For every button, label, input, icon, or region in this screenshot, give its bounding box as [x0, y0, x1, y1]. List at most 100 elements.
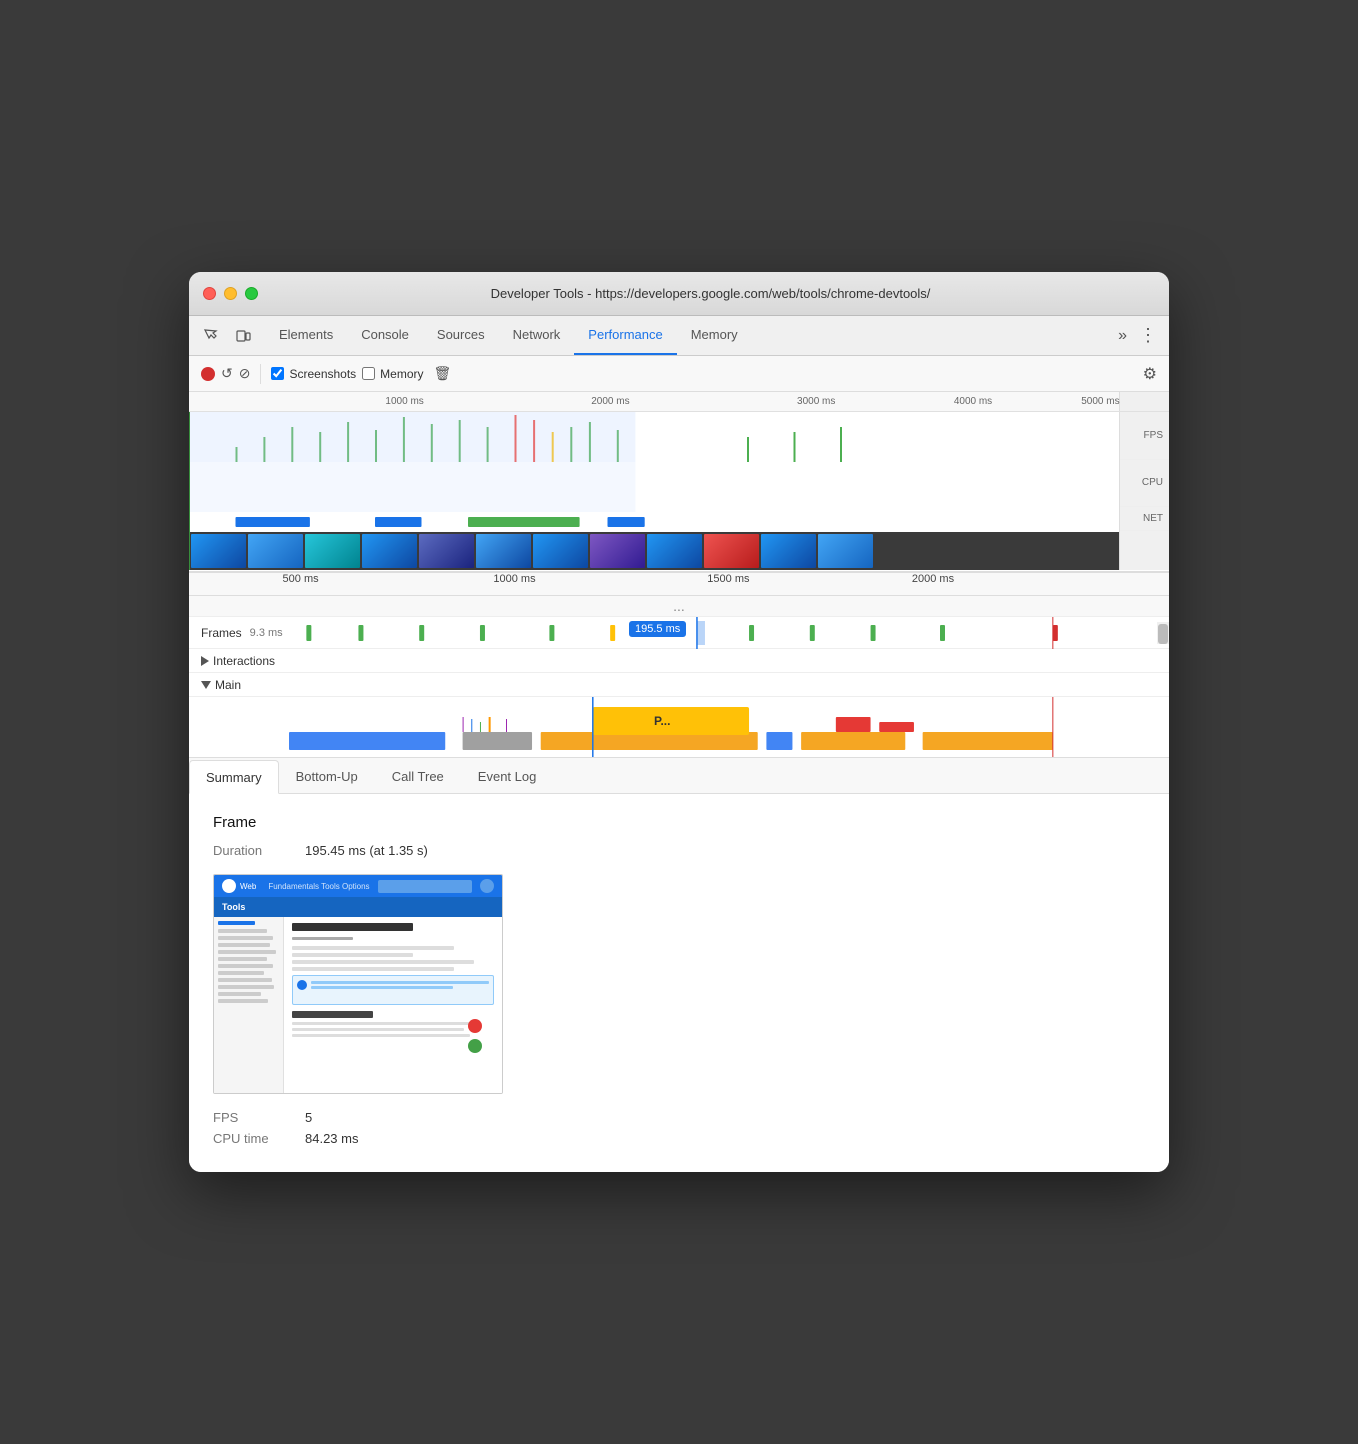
devtools-nav: Elements Console Sources Network Perform…	[189, 316, 1169, 356]
nav-tabs: Elements Console Sources Network Perform…	[265, 316, 1110, 355]
screenshot-thumb	[191, 534, 246, 568]
tab-eventlog[interactable]: Event Log	[461, 759, 554, 793]
tab-console[interactable]: Console	[347, 316, 423, 355]
interactions-content	[289, 649, 1157, 672]
timeline-scrollbar[interactable]	[1157, 622, 1169, 644]
net-chart	[189, 512, 1119, 532]
nav-tools	[197, 322, 257, 350]
ss-text-1	[292, 946, 454, 950]
screenshot-thumb	[818, 534, 873, 568]
cpu-label: CPU	[1120, 460, 1169, 508]
performance-toolbar: ↺ ⊘ Screenshots Memory 🗑 ⚙	[189, 356, 1169, 392]
ss-item-11	[218, 992, 261, 996]
frames-value: 9.3 ms	[250, 627, 283, 639]
separator-dots: ...	[189, 596, 1169, 617]
tab-elements[interactable]: Elements	[265, 316, 347, 355]
interactions-row: Interactions	[189, 649, 1169, 673]
ss-button-red	[468, 1019, 482, 1033]
frames-label: Frames 9.3 ms	[189, 626, 289, 640]
reload-button[interactable]: ↺	[221, 365, 233, 382]
clear-button[interactable]: ⊘	[239, 365, 251, 382]
select-element-button[interactable]	[197, 322, 225, 350]
screenshot-main-content	[284, 917, 502, 1093]
tab-performance[interactable]: Performance	[574, 316, 676, 355]
duration-label: Duration	[213, 843, 293, 858]
device-toolbar-button[interactable]	[229, 322, 257, 350]
ruler-1000ms: 1000 ms	[385, 396, 423, 407]
summary-panel: Frame Duration 195.45 ms (at 1.35 s) Web…	[189, 794, 1169, 1172]
timeline-details: Frames 9.3 ms	[189, 617, 1169, 758]
clear-recording-button[interactable]: 🗑	[434, 365, 452, 382]
frames-row: Frames 9.3 ms	[189, 617, 1169, 649]
net-label: NET	[1120, 507, 1169, 531]
screenshot-body	[214, 917, 502, 1093]
frame-tooltip: 195.5 ms	[629, 621, 686, 637]
screenshots-toggle[interactable]: Screenshots	[271, 367, 356, 381]
ss-item-4	[218, 943, 270, 947]
ss-item-12	[218, 999, 268, 1003]
screenshot-thumb	[704, 534, 759, 568]
screenshots-label-space	[1120, 531, 1169, 570]
ss-item-2	[218, 929, 267, 933]
screenshot-thumb	[761, 534, 816, 568]
ruler-1000ms-bottom: 1000 ms	[493, 573, 535, 585]
ss-item-7	[218, 964, 273, 968]
main-thread-area[interactable]: P...	[189, 697, 1169, 757]
ss-hint-icon	[297, 980, 307, 990]
devtools-menu-button[interactable]: ⋮	[1135, 325, 1161, 346]
screenshot-tools-label: Tools	[222, 902, 245, 912]
screenshot-search-bar	[378, 880, 472, 893]
settings-button[interactable]: ⚙	[1143, 364, 1157, 384]
ss-item-5	[218, 950, 276, 954]
ruler-2000ms-bottom: 2000 ms	[912, 573, 954, 585]
screenshot-sidebar	[214, 917, 284, 1093]
ss-hint-text-2	[311, 986, 453, 989]
ss-text-4	[292, 967, 454, 971]
tab-memory[interactable]: Memory	[677, 316, 752, 355]
duration-row: Duration 195.45 ms (at 1.35 s)	[213, 843, 1145, 858]
tab-sources[interactable]: Sources	[423, 316, 499, 355]
interactions-label[interactable]: Interactions	[189, 654, 289, 668]
tab-network[interactable]: Network	[499, 316, 575, 355]
ss-hint-box	[292, 975, 494, 1005]
screenshot-thumb	[362, 534, 417, 568]
ss-item-3	[218, 936, 273, 940]
screenshot-web-label: Web	[240, 882, 256, 891]
timeline-top-ruler: 1000 ms 2000 ms 3000 ms 4000 ms 5000 ms	[189, 392, 1169, 412]
ruler-500ms: 500 ms	[283, 573, 319, 585]
ss-list-1	[292, 1022, 474, 1025]
screenshot-thumb	[533, 534, 588, 568]
fps-row: FPS 5	[213, 1110, 1145, 1125]
tab-summary[interactable]: Summary	[189, 760, 279, 794]
ruler-1500ms: 1500 ms	[707, 573, 749, 585]
screenshot-logo	[222, 879, 236, 893]
main-label[interactable]: Main	[189, 678, 289, 692]
fps-chart	[189, 412, 1119, 462]
chart-sidebar: FPS CPU NET	[1119, 412, 1169, 570]
maximize-button[interactable]	[245, 287, 258, 300]
screenshot-thumb	[419, 534, 474, 568]
ss-item-8	[218, 971, 264, 975]
interactions-expand-icon[interactable]	[201, 656, 209, 666]
screenshot-content: Web Fundamentals Tools Options Tools	[214, 875, 502, 1093]
frames-content[interactable]: 195.5 ms	[289, 617, 1157, 649]
timeline-overview[interactable]: 1000 ms 2000 ms 3000 ms 4000 ms 5000 ms	[189, 392, 1169, 572]
tab-bottomup[interactable]: Bottom-Up	[279, 759, 375, 793]
titlebar: Developer Tools - https://developers.goo…	[189, 272, 1169, 316]
memory-toggle[interactable]: Memory	[362, 367, 423, 381]
screenshot-nav-labels: Fundamentals Tools Options	[268, 882, 369, 891]
record-button[interactable]	[201, 367, 215, 381]
minimize-button[interactable]	[224, 287, 237, 300]
timeline-bottom-ruler: 500 ms 1000 ms 1500 ms 2000 ms	[189, 572, 1169, 596]
ss-item-6	[218, 957, 267, 961]
main-thread-tasks[interactable]: P...	[289, 697, 1157, 757]
more-tabs-button[interactable]: »	[1110, 327, 1135, 345]
main-collapse-icon[interactable]	[201, 681, 211, 689]
scrollbar-thumb[interactable]	[1158, 624, 1168, 644]
tab-calltree[interactable]: Call Tree	[375, 759, 461, 793]
ss-button-green	[468, 1039, 482, 1053]
ss-hint-text-1	[311, 981, 489, 984]
close-button[interactable]	[203, 287, 216, 300]
ss-main-title	[292, 923, 413, 931]
screenshot-thumb	[647, 534, 702, 568]
